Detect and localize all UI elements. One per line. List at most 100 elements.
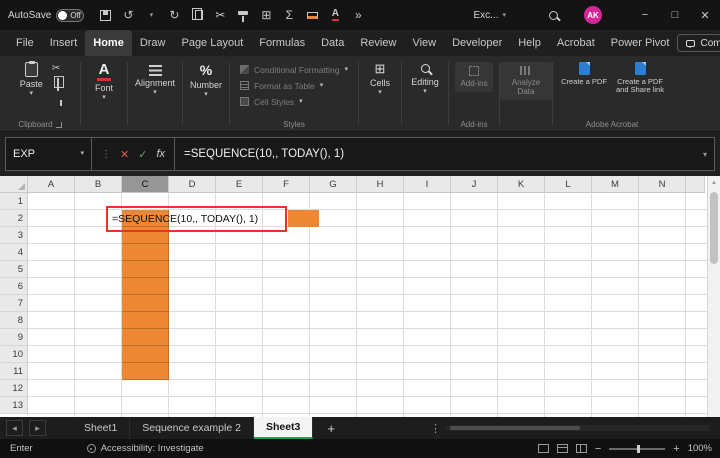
row-header-13[interactable]: 13 [0, 397, 28, 414]
horizontal-scrollbar[interactable] [446, 425, 710, 431]
add-sheet-button[interactable]: + [327, 421, 335, 436]
window-title[interactable]: Exc... ▾ [473, 10, 506, 21]
zoom-level-label[interactable]: 100% [688, 443, 712, 454]
ribbon-tab-formulas[interactable]: Formulas [251, 30, 313, 56]
page-break-view-icon[interactable] [576, 444, 587, 453]
ribbon-tab-data[interactable]: Data [313, 30, 352, 56]
fill-color-icon[interactable] [305, 12, 319, 19]
row-header-7[interactable]: 7 [0, 295, 28, 312]
sheet-tab-sheet1[interactable]: Sheet1 [72, 417, 130, 439]
copy-icon[interactable] [190, 10, 204, 20]
column-header-a[interactable]: A [28, 176, 75, 193]
ribbon-tab-insert[interactable]: Insert [42, 30, 86, 56]
cell-styles-button[interactable]: Cell Styles ▾ [230, 94, 358, 109]
column-header-g[interactable]: G [310, 176, 357, 193]
select-all-corner[interactable] [0, 176, 28, 193]
scroll-up-icon[interactable]: ▴ [708, 178, 720, 186]
row-header-1[interactable]: 1 [0, 193, 28, 210]
row-header-4[interactable]: 4 [0, 244, 28, 261]
cut-icon[interactable]: ✂ [213, 8, 227, 22]
ribbon-tab-home[interactable]: Home [85, 30, 132, 56]
maximize-button[interactable]: □ [660, 0, 690, 30]
ribbon-tab-power-pivot[interactable]: Power Pivot [603, 30, 678, 56]
create-pdf-button[interactable]: Create a PDF [558, 62, 610, 94]
normal-view-icon[interactable] [538, 444, 549, 453]
cells-group-button[interactable]: ⊞ Cells ▾ [370, 62, 390, 96]
undo-icon[interactable]: ↺ [121, 8, 135, 22]
row-header-8[interactable]: 8 [0, 312, 28, 329]
autosave-toggle[interactable]: Off [56, 9, 84, 22]
zoom-out-icon[interactable]: − [595, 443, 601, 455]
column-header-m[interactable]: M [592, 176, 639, 193]
formula-grip-icon[interactable]: ⋮ [101, 149, 111, 160]
redo-icon[interactable]: ↻ [167, 8, 181, 22]
copy-ribbon-icon[interactable] [54, 79, 59, 90]
ribbon-tab-page-layout[interactable]: Page Layout [173, 30, 251, 56]
close-button[interactable]: ✕ [690, 0, 720, 30]
horizontal-scroll-thumb[interactable] [450, 426, 580, 430]
account-avatar[interactable]: AK [584, 6, 602, 24]
comments-button[interactable]: Comments [677, 34, 720, 52]
column-header-l[interactable]: L [545, 176, 592, 193]
borders-icon[interactable]: ⊞ [259, 8, 273, 22]
row-header-11[interactable]: 11 [0, 363, 28, 380]
cancel-entry-icon[interactable]: ✕ [120, 148, 129, 161]
analyze-data-button[interactable]: Analyze Data [500, 62, 552, 100]
addins-button[interactable]: Add-ins [455, 62, 492, 92]
cut-ribbon-icon[interactable]: ✂ [52, 63, 60, 74]
insert-function-icon[interactable]: fx [156, 148, 165, 160]
page-layout-view-icon[interactable] [557, 444, 568, 453]
alignment-group-button[interactable]: Alignment ▾ [135, 62, 175, 96]
number-group-button[interactable]: % Number ▾ [190, 62, 222, 98]
minimize-button[interactable]: − [630, 0, 660, 30]
format-as-table-button[interactable]: Format as Table ▾ [230, 78, 358, 93]
row-header-12[interactable]: 12 [0, 380, 28, 397]
search-icon[interactable] [546, 11, 560, 20]
zoom-in-icon[interactable]: + [673, 443, 679, 455]
ribbon-tab-view[interactable]: View [404, 30, 444, 56]
editing-group-button[interactable]: Editing ▾ [411, 62, 439, 95]
create-pdf-share-button[interactable]: Create a PDF and Share link [614, 62, 666, 94]
row-header-2[interactable]: 2 [0, 210, 28, 227]
conditional-formatting-button[interactable]: Conditional Formatting ▾ [230, 62, 358, 77]
accessibility-checker[interactable]: Accessibility: Investigate [87, 443, 204, 454]
paste-button[interactable]: Paste ▾ [20, 62, 43, 97]
font-color-icon[interactable]: A [328, 9, 342, 21]
undo-chevron-icon[interactable]: ▾ [144, 11, 158, 19]
column-header-i[interactable]: I [404, 176, 451, 193]
qat-overflow-icon[interactable]: » [351, 8, 365, 22]
column-header-k[interactable]: K [498, 176, 545, 193]
autosave-control[interactable]: AutoSave Off [8, 9, 84, 22]
row-header-6[interactable]: 6 [0, 278, 28, 295]
name-box[interactable]: EXP ▾ [6, 138, 92, 170]
column-header-c[interactable]: C [122, 176, 169, 193]
row-header-3[interactable]: 3 [0, 227, 28, 244]
sheet-nav-right-button[interactable]: ▸ [29, 420, 46, 436]
ribbon-tab-help[interactable]: Help [510, 30, 549, 56]
zoom-slider[interactable] [609, 448, 665, 450]
active-cell-formula-text[interactable]: =SEQUENCE(10,, TODAY(), 1) [112, 213, 258, 225]
ribbon-tab-file[interactable]: File [8, 30, 42, 56]
formula-bar-expand-icon[interactable]: ▾ [703, 150, 714, 159]
orange-filled-range-c2-c11[interactable] [122, 210, 169, 380]
ribbon-tab-review[interactable]: Review [352, 30, 404, 56]
ribbon-tab-developer[interactable]: Developer [444, 30, 510, 56]
row-header-9[interactable]: 9 [0, 329, 28, 346]
column-header-d[interactable]: D [169, 176, 216, 193]
ribbon-tab-acrobat[interactable]: Acrobat [549, 30, 603, 56]
formula-input[interactable]: =SEQUENCE(10,, TODAY(), 1) [175, 148, 703, 160]
vertical-scroll-thumb[interactable] [710, 192, 718, 264]
sheet-nav-left-button[interactable]: ◂ [6, 420, 23, 436]
sheetbar-options-icon[interactable]: ⋮ [430, 422, 441, 435]
autosum-icon[interactable]: Σ [282, 8, 296, 22]
column-header-j[interactable]: J [451, 176, 498, 193]
save-icon[interactable] [98, 10, 112, 21]
row-header-10[interactable]: 10 [0, 346, 28, 363]
column-header-n[interactable]: N [639, 176, 686, 193]
sheet-tab-sequence-example-2[interactable]: Sequence example 2 [130, 417, 254, 439]
ribbon-tab-draw[interactable]: Draw [132, 30, 174, 56]
column-header-b[interactable]: B [75, 176, 122, 193]
vertical-scrollbar[interactable]: ▴ [707, 176, 720, 417]
zoom-slider-thumb[interactable] [637, 445, 640, 453]
clipboard-dialog-launcher-icon[interactable] [56, 122, 62, 128]
